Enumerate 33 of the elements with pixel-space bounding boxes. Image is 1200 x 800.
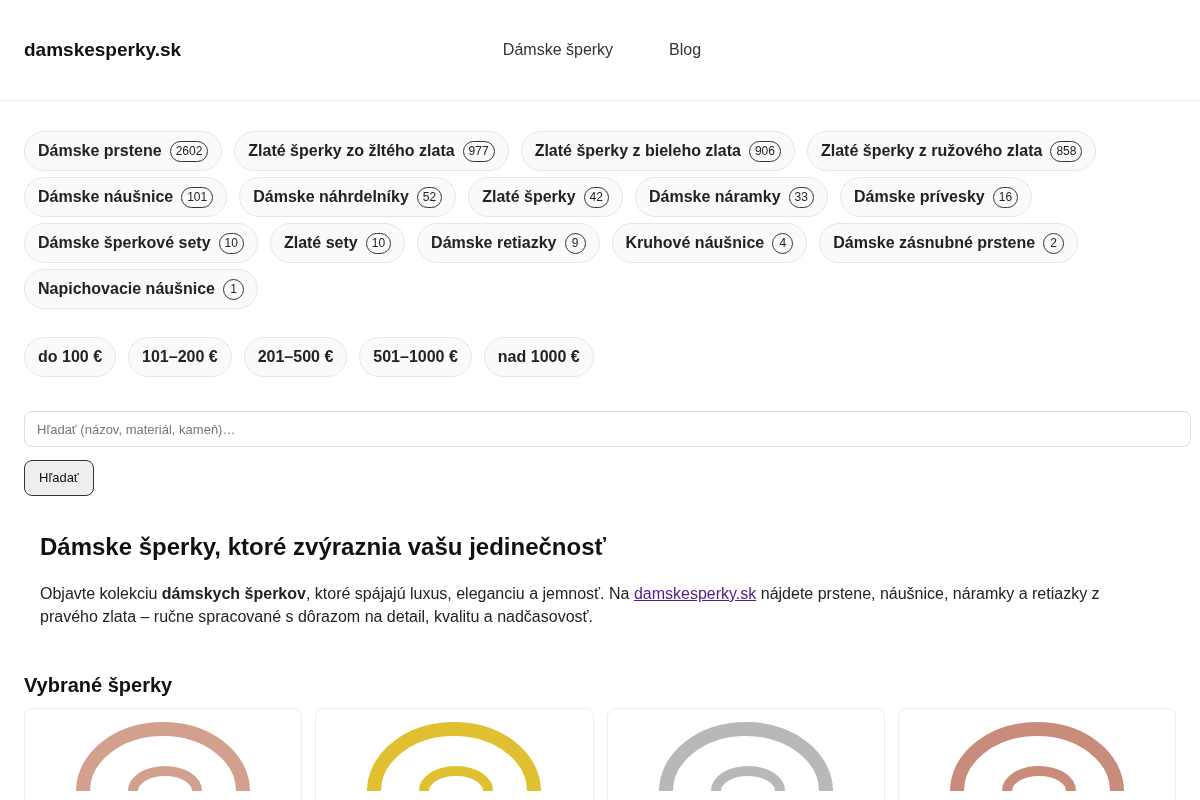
category-chip[interactable]: Dámske retiazky 9 xyxy=(417,223,600,263)
category-chip[interactable]: Kruhové náušnice 4 xyxy=(611,223,808,263)
category-chip[interactable]: Zlaté šperky z ružového zlata 858 xyxy=(806,131,1097,171)
price-chip[interactable]: 501–1000 € xyxy=(359,337,472,377)
price-chip[interactable]: 101–200 € xyxy=(128,337,232,377)
search-field[interactable]: Hľadať (názov, materiál, kameň)… xyxy=(24,411,1191,447)
section-heading: Vybrané šperky xyxy=(24,673,174,698)
search-button[interactable]: Hľadať xyxy=(24,460,94,496)
category-chip[interactable]: Zlaté šperky zo žltého zlata 977 xyxy=(234,131,509,171)
intro-paragraph: Objavte kolekciu dámskych šperkov, ktoré spájajú luxus, eleganciu a jemnosť. Na damskesperky.sk nájdete prstene, náušnice, náramky a retiazky z pravého zlata – ručne spracované s dôrazom na detail, kvalitu a nadčasovosť. xyxy=(40,584,1100,627)
category-chip[interactable]: Dámske prstene 2602 xyxy=(24,131,223,171)
product-card[interactable] xyxy=(315,708,594,800)
category-chip[interactable]: Dámske prívesky 16 xyxy=(839,177,1033,217)
category-chip[interactable]: Zlaté šperky 42 xyxy=(468,177,623,217)
nav-link[interactable]: Blog xyxy=(669,38,702,62)
category-chip[interactable]: Zlaté sety 10 xyxy=(269,223,406,263)
category-chip[interactable]: Dámske náhrdelníky 52 xyxy=(239,177,457,217)
price-chip[interactable]: do 100 € xyxy=(24,337,117,377)
price-chip[interactable]: 201–500 € xyxy=(243,337,348,377)
category-chip[interactable]: Napichovacie náušnice 1 xyxy=(24,269,258,309)
category-chip[interactable]: Zlaté šperky z bieleho zlata 906 xyxy=(520,131,795,171)
price-chip[interactable]: nad 1000 € xyxy=(483,337,594,377)
category-chip[interactable]: Dámske šperkové sety 10 xyxy=(24,223,258,263)
intro-heading: Dámske šperky, ktoré zvýraznia vašu jedinečnosť xyxy=(40,532,607,562)
site-logo[interactable]: damskesperky.sk xyxy=(24,35,182,65)
category-chip[interactable]: Dámske náramky 33 xyxy=(634,177,828,217)
category-chip[interactable]: Dámske zásnubné prstene 2 xyxy=(819,223,1079,263)
site-link[interactable]: damskesperky.sk xyxy=(633,585,757,602)
product-card[interactable] xyxy=(606,708,885,800)
product-card[interactable] xyxy=(24,708,303,800)
product-card[interactable] xyxy=(897,708,1176,800)
category-chip[interactable]: Dámske náušnice 101 xyxy=(24,177,228,217)
nav-link[interactable]: Dámske šperky xyxy=(502,38,614,62)
